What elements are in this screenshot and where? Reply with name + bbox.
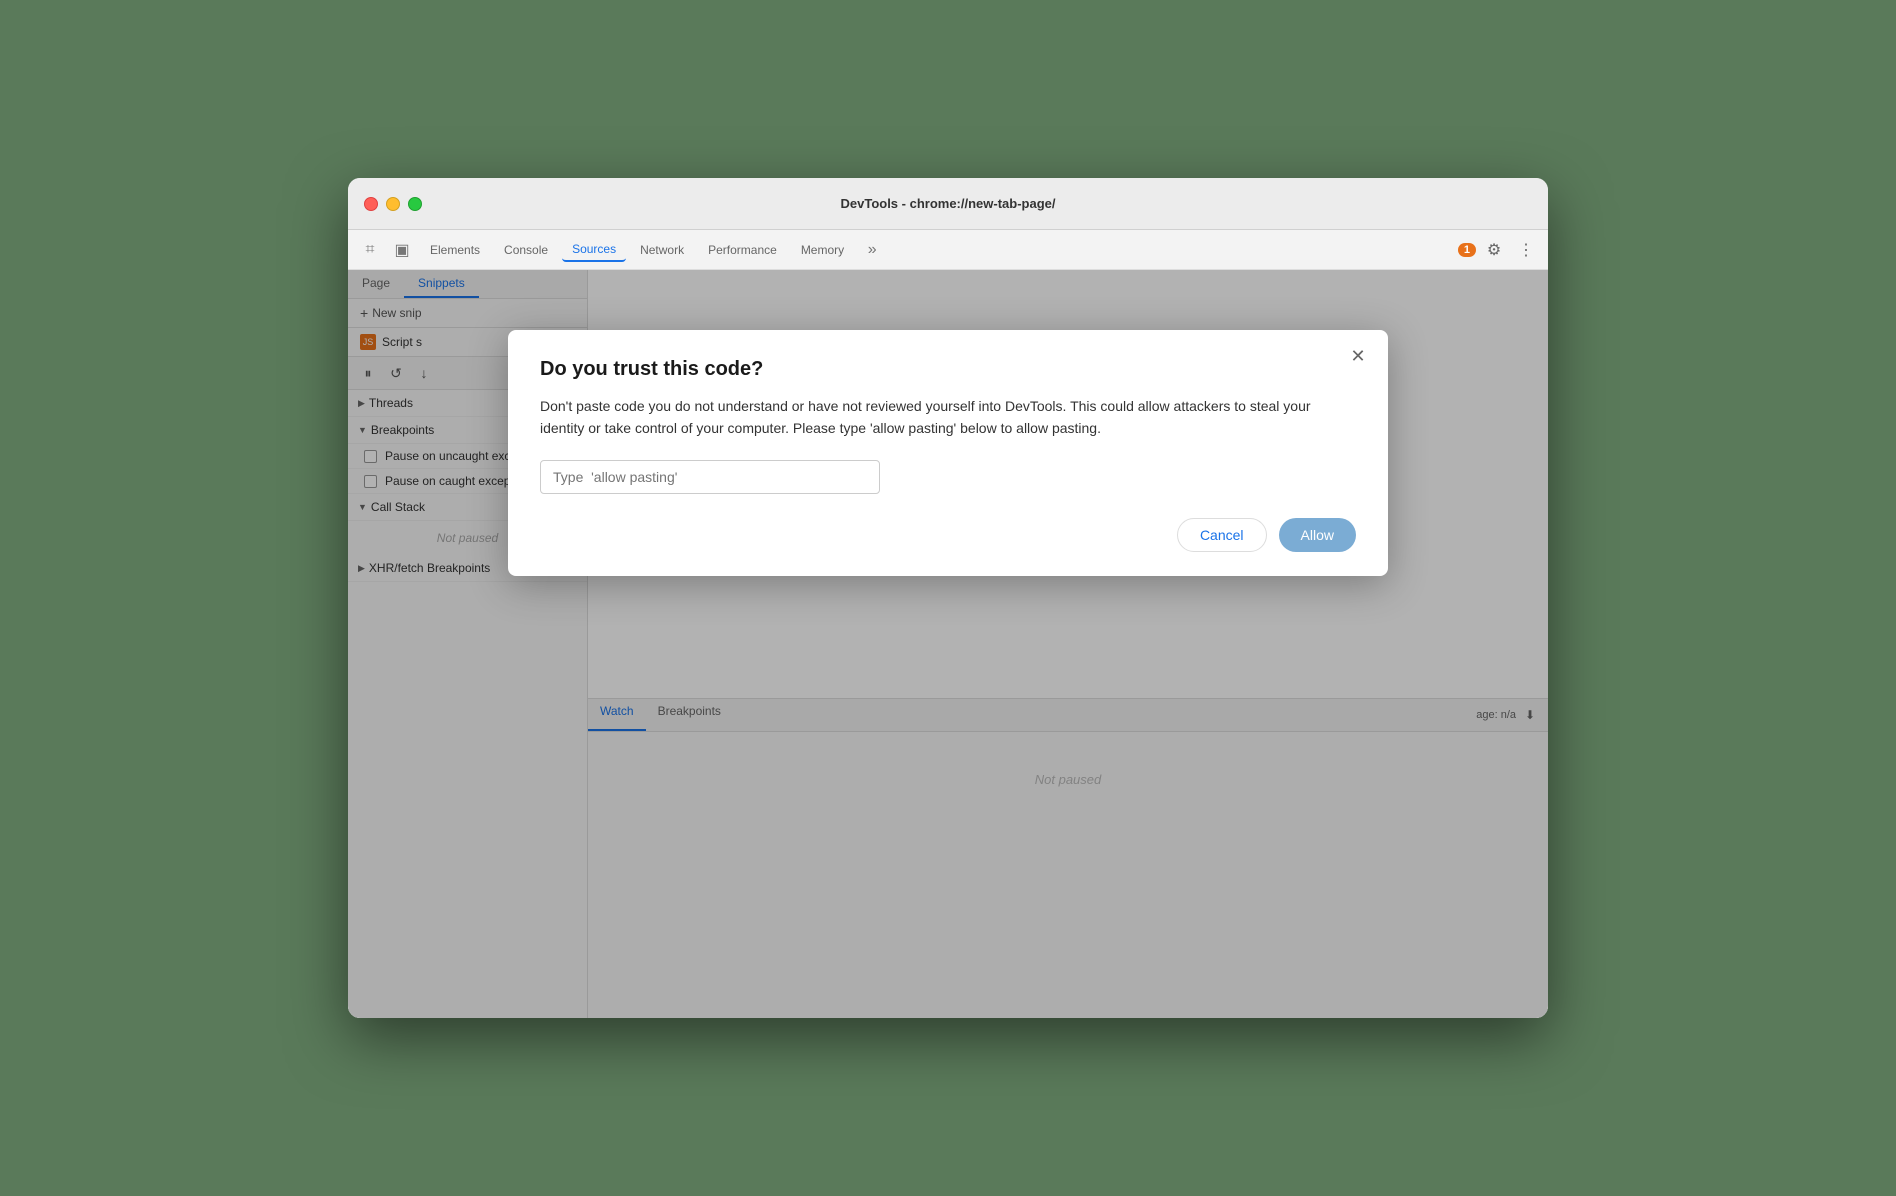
devtools-window: DevTools - chrome://new-tab-page/ ⌗ ▣ El… [348, 178, 1548, 1018]
tab-network[interactable]: Network [630, 239, 694, 261]
modal-overlay: ✕ Do you trust this code? Don't paste co… [348, 270, 1548, 1018]
tab-sources[interactable]: Sources [562, 238, 626, 262]
inspector-icon[interactable]: ⌗ [356, 236, 384, 264]
maximize-button[interactable] [408, 197, 422, 211]
minimize-button[interactable] [386, 197, 400, 211]
top-tab-actions: 1 ⚙ ⋮ [1458, 236, 1540, 264]
modal-title: Do you trust this code? [540, 358, 1356, 381]
cancel-button[interactable]: Cancel [1177, 518, 1267, 552]
tab-elements[interactable]: Elements [420, 239, 490, 261]
tab-performance[interactable]: Performance [698, 239, 787, 261]
settings-icon[interactable]: ⚙ [1480, 236, 1508, 264]
modal-actions: Cancel Allow [540, 518, 1356, 552]
devtools-body: ⌗ ▣ Elements Console Sources Network Per… [348, 230, 1548, 1018]
more-tabs-icon[interactable]: » [858, 236, 886, 264]
traffic-lights [364, 197, 422, 211]
close-button[interactable] [364, 197, 378, 211]
modal-body: Don't paste code you do not understand o… [540, 395, 1356, 440]
allow-button[interactable]: Allow [1279, 518, 1356, 552]
top-tab-bar: ⌗ ▣ Elements Console Sources Network Per… [348, 230, 1548, 270]
modal-close-button[interactable]: ✕ [1344, 342, 1372, 370]
more-options-icon[interactable]: ⋮ [1512, 236, 1540, 264]
tab-memory[interactable]: Memory [791, 239, 854, 261]
main-area: Page Snippets + New snip JS Script s [348, 270, 1548, 1018]
titlebar: DevTools - chrome://new-tab-page/ [348, 178, 1548, 230]
error-badge: 1 [1458, 243, 1476, 257]
tab-console[interactable]: Console [494, 239, 558, 261]
trust-dialog: ✕ Do you trust this code? Don't paste co… [508, 330, 1388, 576]
allow-pasting-input[interactable] [540, 460, 880, 494]
window-title: DevTools - chrome://new-tab-page/ [840, 196, 1055, 211]
device-mode-icon[interactable]: ▣ [388, 236, 416, 264]
